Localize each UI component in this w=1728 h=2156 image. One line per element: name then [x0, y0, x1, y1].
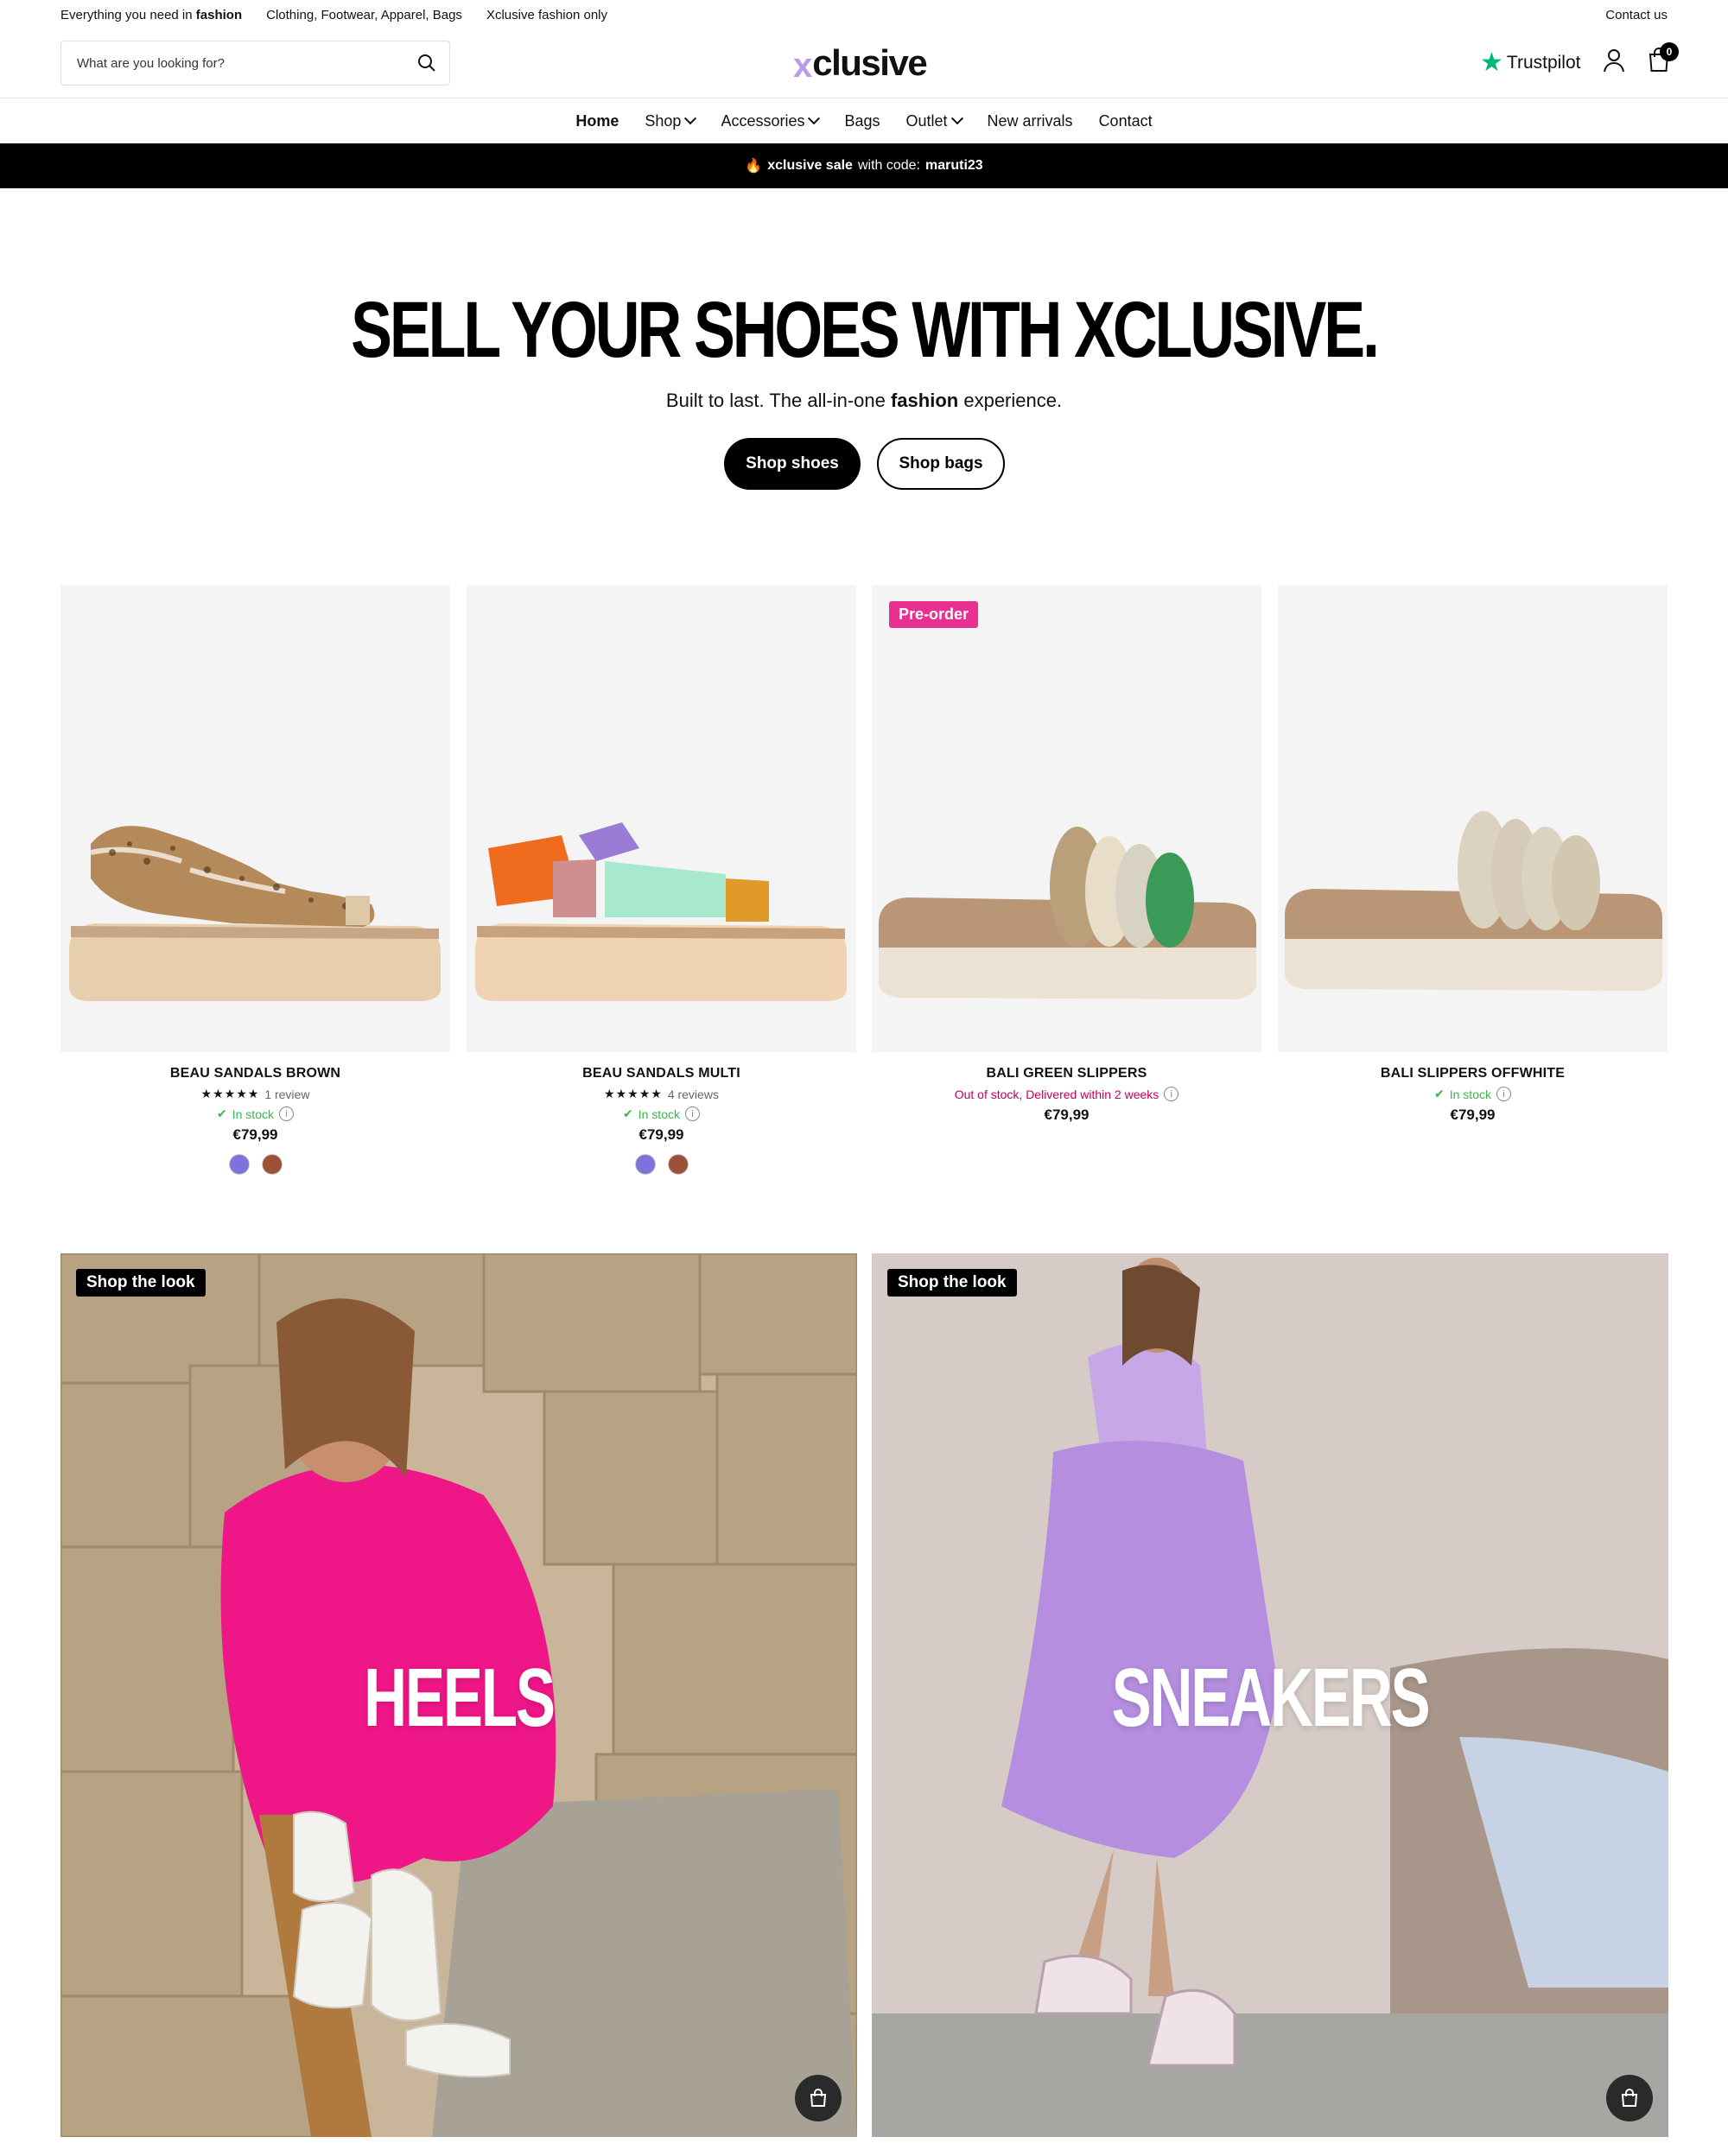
review-count[interactable]: 4 reviews: [668, 1088, 719, 1101]
check-icon: ✔: [623, 1107, 633, 1120]
product-card[interactable]: Pre-order BALI GREEN SLIPPERS Out of sto…: [872, 585, 1261, 1124]
info-icon[interactable]: i: [684, 1107, 700, 1121]
look-heels[interactable]: Shop the look HEELS: [60, 1253, 857, 2137]
look-title[interactable]: HEELS: [172, 1651, 746, 1746]
info-icon[interactable]: i: [278, 1107, 294, 1121]
product-card[interactable]: BEAU SANDALS MULTI ★★★★★ 4 reviews ✔ In st…: [467, 585, 856, 1175]
product-price: €79,99: [1450, 1107, 1496, 1123]
trustpilot-label: Trustpilot: [1506, 53, 1581, 73]
product-image[interactable]: [1278, 585, 1668, 1052]
shopping-bag-icon[interactable]: [795, 2075, 842, 2121]
nav-bags[interactable]: Bags: [844, 112, 880, 130]
product-name[interactable]: BEAU SANDALS MULTI: [467, 1066, 856, 1081]
product-price: €79,99: [1044, 1107, 1090, 1123]
contact-us-link[interactable]: Contact us: [1605, 8, 1668, 22]
check-icon: ✔: [217, 1107, 227, 1120]
review-count[interactable]: 1 review: [264, 1088, 309, 1101]
stock-status: ✔ In stock i: [60, 1107, 450, 1121]
logo-word: clusive: [812, 42, 927, 83]
info-icon[interactable]: i: [1164, 1087, 1179, 1101]
promo-code: maruti23: [925, 158, 983, 173]
product-card[interactable]: BALI SLIPPERS OFFWHITE ✔ In stock i €79,99: [1278, 585, 1668, 1124]
main-nav: Home Shop Accessories Bags Outlet New ar…: [0, 98, 1728, 143]
product-rating: ★★★★★ 4 reviews: [467, 1087, 856, 1101]
product-name[interactable]: BEAU SANDALS BROWN: [60, 1066, 450, 1081]
chevron-down-icon: [808, 112, 821, 125]
promo-bold: xclusive sale: [767, 158, 853, 173]
nav-new-arrivals[interactable]: New arrivals: [988, 112, 1073, 130]
rating-stars: ★★★★★: [200, 1087, 260, 1100]
exclusive-text: Xclusive fashion only: [486, 8, 608, 22]
site-header: x clusive ★ Trustpilot 0: [0, 29, 1728, 98]
cart-count-badge: 0: [1660, 42, 1679, 61]
product-price: €79,99: [232, 1126, 278, 1143]
account-icon[interactable]: [1603, 48, 1625, 77]
search-input[interactable]: [61, 55, 404, 71]
rating-stars: ★★★★★: [604, 1087, 663, 1100]
color-swatches: [60, 1154, 450, 1175]
nav-outlet[interactable]: Outlet: [906, 112, 963, 130]
hero-title: SELL YOUR SHOES WITH XCLUSIVE.: [351, 286, 1380, 374]
product-image[interactable]: [60, 585, 450, 1052]
trustpilot-star-icon: ★: [1480, 48, 1503, 77]
top-utility-bar: Everything you need in fashion Clothing,…: [0, 0, 1728, 29]
nav-contact[interactable]: Contact: [1099, 112, 1153, 130]
promo-text: with code:: [857, 158, 920, 173]
swatch-brown[interactable]: [261, 1154, 283, 1175]
logo[interactable]: x clusive: [793, 41, 928, 85]
tagline: Everything you need in fashion: [60, 8, 243, 22]
product-image[interactable]: [467, 585, 856, 1052]
look-title[interactable]: SNEAKERS: [983, 1651, 1557, 1746]
product-price: €79,99: [638, 1126, 684, 1143]
product-image[interactable]: Pre-order: [872, 585, 1261, 1052]
hero-subtitle: Built to last. The all-in-one fashion ex…: [665, 390, 1063, 411]
stock-status: ✔ In stock i: [467, 1107, 856, 1121]
shop-shoes-button[interactable]: Shop shoes: [724, 438, 861, 490]
chevron-down-icon: [950, 112, 963, 125]
nav-shop[interactable]: Shop: [645, 112, 697, 130]
info-icon[interactable]: i: [1496, 1087, 1511, 1101]
product-card[interactable]: BEAU SANDALS BROWN ★★★★★ 1 review ✔ In sto…: [60, 585, 450, 1175]
categories-text: Clothing, Footwear, Apparel, Bags: [266, 8, 462, 22]
shopping-bag-icon[interactable]: [1606, 2075, 1653, 2121]
search-box[interactable]: [60, 41, 450, 86]
shop-the-look-tag[interactable]: Shop the look: [887, 1269, 1017, 1297]
look-sneakers[interactable]: Shop the look SNEAKERS: [872, 1253, 1668, 2137]
color-swatches: [467, 1154, 856, 1175]
product-name[interactable]: BALI SLIPPERS OFFWHITE: [1278, 1066, 1668, 1081]
product-rating: ★★★★★ 1 review: [60, 1087, 450, 1101]
stock-status: Out of stock, Delivered within 2 weeks i: [872, 1087, 1261, 1101]
shop-bags-button[interactable]: Shop bags: [877, 438, 1005, 490]
fire-icon: 🔥: [745, 159, 763, 174]
shop-the-look-tag[interactable]: Shop the look: [76, 1269, 206, 1297]
search-icon[interactable]: [404, 41, 449, 86]
swatch-brown[interactable]: [667, 1154, 689, 1175]
promo-banner: 🔥 xclusive sale with code: maruti23: [0, 143, 1728, 188]
nav-home[interactable]: Home: [575, 112, 619, 130]
swatch-purple[interactable]: [634, 1154, 656, 1175]
check-icon: ✔: [1434, 1087, 1445, 1100]
swatch-purple[interactable]: [228, 1154, 250, 1175]
trustpilot-badge[interactable]: ★ Trustpilot: [1480, 50, 1581, 76]
pre-order-badge: Pre-order: [889, 601, 979, 628]
chevron-down-icon: [684, 112, 697, 125]
logo-mark: x: [793, 46, 812, 85]
nav-accessories[interactable]: Accessories: [721, 112, 821, 130]
product-name[interactable]: BALI GREEN SLIPPERS: [872, 1066, 1261, 1081]
stock-status: ✔ In stock i: [1278, 1087, 1668, 1101]
